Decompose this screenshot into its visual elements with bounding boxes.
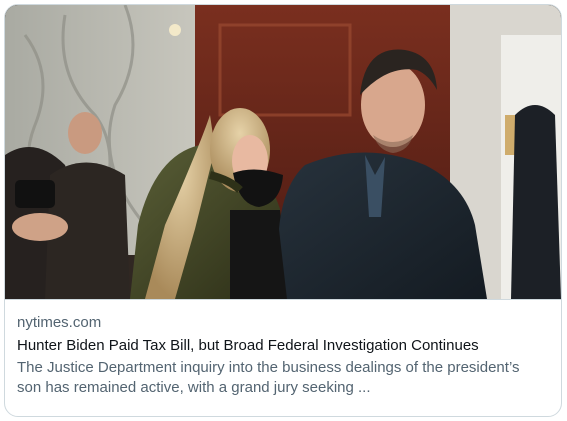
link-preview-card[interactable]: nytimes.com Hunter Biden Paid Tax Bill, … (4, 4, 562, 417)
article-headline[interactable]: Hunter Biden Paid Tax Bill, but Broad Fe… (17, 336, 549, 356)
article-summary: The Justice Department inquiry into the … (17, 359, 520, 396)
link-preview-meta[interactable]: nytimes.com Hunter Biden Paid Tax Bill, … (5, 299, 561, 416)
article-thumbnail-image[interactable] (5, 5, 561, 299)
article-photo (5, 5, 561, 299)
source-domain: nytimes.com (17, 314, 102, 331)
